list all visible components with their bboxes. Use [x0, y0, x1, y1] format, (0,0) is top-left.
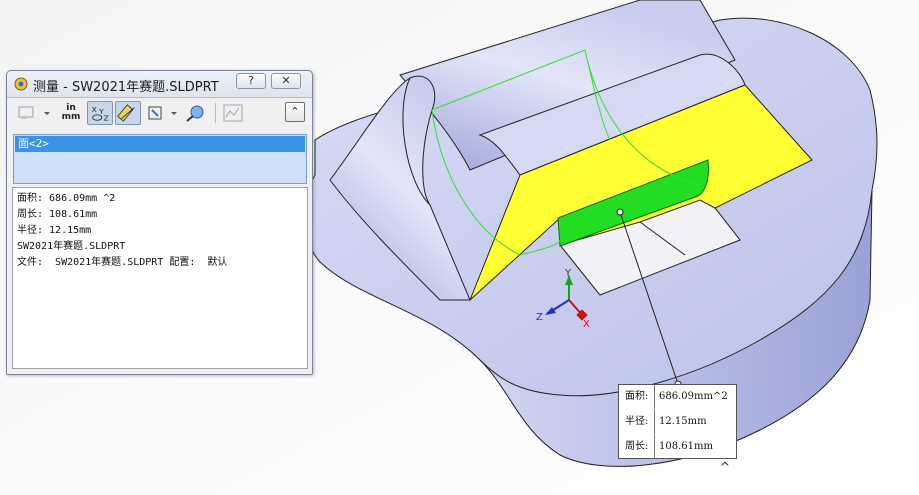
dialog-title: 测量 - SW2021年赛题.SLDPRT: [33, 80, 219, 95]
callout-row-area: 面积: 686.09mm^2: [619, 385, 736, 409]
history-icon[interactable]: [221, 101, 245, 125]
callout-row-perimeter: 周长: 108.61mm: [619, 435, 736, 459]
callout-label: 半径:: [625, 416, 649, 427]
selection-item[interactable]: 面<2>: [15, 136, 305, 152]
dimension-icon[interactable]: [115, 101, 141, 125]
callout-collapse-button[interactable]: ^: [720, 460, 730, 474]
help-button[interactable]: ?: [236, 73, 266, 89]
results-panel: 面积: 686.09mm ^2 周长: 108.61mm 半径: 12.15mm…: [12, 187, 308, 369]
chevron-down-icon[interactable]: [41, 101, 53, 125]
svg-text:X: X: [92, 105, 97, 114]
point-icon[interactable]: [183, 101, 209, 125]
result-radius: 半径: 12.15mm: [17, 225, 92, 236]
triad-x-label: X: [583, 319, 590, 330]
callout-value: 12.15mm: [659, 416, 707, 427]
callout-row-radius: 半径: 12.15mm: [619, 410, 736, 434]
projection-icon[interactable]: [145, 101, 167, 125]
result-part-name: SW2021年赛题.SLDPRT: [17, 241, 126, 252]
hide-icon[interactable]: [15, 101, 41, 125]
collapse-button[interactable]: ⌃: [285, 102, 305, 122]
svg-text:Z: Z: [104, 113, 109, 122]
xyz-icon[interactable]: X Y Z: [87, 101, 113, 125]
triad-z-label: Z: [536, 312, 543, 323]
result-perimeter: 周长: 108.61mm: [17, 209, 98, 220]
triad-y-label: Y: [564, 268, 572, 279]
callout-label: 面积:: [625, 391, 649, 402]
measure-icon: [14, 77, 28, 91]
units-icon[interactable]: in mm: [59, 101, 83, 125]
dialog-titlebar[interactable]: 测量 - SW2021年赛题.SLDPRT ? ✕: [7, 71, 312, 98]
selection-list[interactable]: 面<2>: [13, 134, 307, 184]
close-button[interactable]: ✕: [271, 73, 301, 89]
measure-toolbar: in mm X Y Z ⌃: [11, 99, 308, 129]
result-file-config: 文件: SW2021年赛题.SLDPRT 配置: 默认: [17, 257, 228, 268]
chevron-down-icon[interactable]: [168, 101, 180, 125]
measure-dialog: 测量 - SW2021年赛题.SLDPRT ? ✕ in mm X Y Z ⌃ …: [6, 70, 313, 375]
callout-value: 108.61mm: [659, 441, 713, 452]
callout-label: 周长:: [625, 441, 649, 452]
result-area: 面积: 686.09mm ^2: [17, 193, 116, 204]
callout-value: 686.09mm^2: [659, 391, 728, 402]
measure-callout[interactable]: 面积: 686.09mm^2 半径: 12.15mm 周长: 108.61mm: [618, 384, 737, 459]
